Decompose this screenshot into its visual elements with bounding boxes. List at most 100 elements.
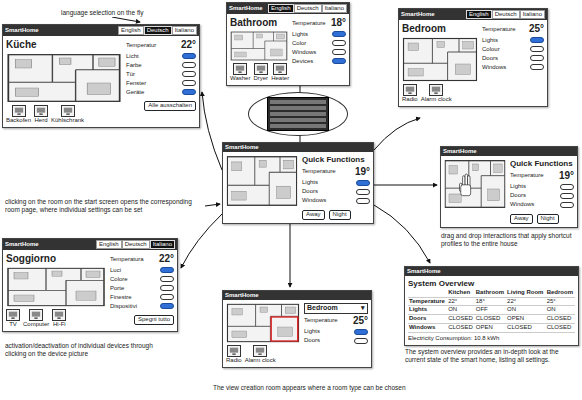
language-button[interactable]: Italiano [322, 4, 347, 13]
toggle-switch[interactable] [160, 267, 174, 273]
menu-entry[interactable] [270, 100, 326, 104]
device-icon[interactable] [233, 63, 247, 75]
language-button[interactable]: Italiano [520, 10, 545, 19]
temperature-control[interactable]: Temperature19° [510, 170, 574, 182]
floor-plan[interactable] [226, 303, 300, 343]
language-button[interactable]: Italiano [172, 26, 197, 35]
device-icon[interactable] [61, 105, 75, 117]
device[interactable]: Dryer [253, 63, 268, 82]
brand-logo[interactable]: SmartHome [5, 241, 39, 248]
menu-entry[interactable] [270, 112, 326, 116]
device-icon[interactable] [29, 309, 43, 321]
language-button[interactable]: English [96, 240, 122, 249]
device-icon[interactable] [403, 84, 417, 96]
toggle-switch[interactable] [560, 184, 574, 190]
brand-logo[interactable]: SmartHome [225, 144, 259, 151]
toggle-switch[interactable] [332, 31, 346, 37]
toggle-switch[interactable] [182, 53, 196, 59]
language-button[interactable]: English [466, 10, 492, 19]
device[interactable]: Kühlschrank [51, 105, 84, 124]
language-button[interactable]: Deutsch [144, 26, 172, 35]
temperature-control[interactable]: Temperature18° [292, 17, 346, 29]
device[interactable]: TV [6, 309, 20, 328]
toggle-switch[interactable] [530, 46, 544, 52]
toggle-switch[interactable] [182, 89, 196, 95]
toggle-switch[interactable] [332, 49, 346, 55]
language-button[interactable]: Deutsch [122, 240, 150, 249]
floor-plan[interactable] [444, 159, 506, 209]
device[interactable]: Backofen [6, 105, 31, 124]
temperature-control[interactable]: Temperature25° [482, 23, 544, 35]
device-icon[interactable] [52, 309, 66, 321]
temperature-control[interactable]: Temperatura22° [110, 253, 174, 265]
menu-entry[interactable] [270, 118, 326, 122]
toggle-switch[interactable] [182, 62, 196, 68]
brand-logo[interactable]: SmartHome [443, 148, 477, 155]
brand-logo[interactable]: SmartHome [229, 5, 263, 12]
temperature-control[interactable]: Temperature19° [302, 166, 370, 178]
shortcut-button[interactable]: Night [329, 210, 351, 220]
temperature-control[interactable]: Temperature25° [304, 315, 368, 327]
language-button[interactable]: Deutsch [492, 10, 520, 19]
device-icon[interactable] [12, 105, 26, 117]
device-icon[interactable] [254, 63, 268, 75]
device-icon[interactable] [273, 63, 287, 75]
brand-logo[interactable]: SmartHome [407, 268, 441, 275]
floor-plan[interactable] [230, 31, 288, 61]
room-type-select[interactable]: Bedroom▾ [304, 303, 368, 313]
floor-plan[interactable] [230, 31, 288, 61]
floor-plan[interactable] [226, 155, 298, 207]
toggle-switch[interactable] [530, 64, 544, 70]
device[interactable]: Computer [23, 309, 49, 328]
brand-logo[interactable]: SmartHome [225, 292, 259, 299]
floor-plan[interactable] [402, 37, 478, 82]
device[interactable]: Radio [226, 345, 242, 364]
toggle-switch[interactable] [354, 338, 368, 344]
device[interactable]: Herd [34, 105, 48, 124]
floor-plan[interactable] [6, 53, 122, 103]
temperature-control[interactable]: Temperatur22° [126, 39, 196, 51]
shortcut-button[interactable]: Away [302, 210, 325, 220]
toggle-switch[interactable] [530, 55, 544, 61]
language-button[interactable]: English [118, 26, 144, 35]
toggle-switch[interactable] [560, 202, 574, 208]
toggle-switch[interactable] [356, 189, 370, 195]
toggle-switch[interactable] [530, 37, 544, 43]
floor-plan[interactable] [226, 155, 298, 207]
device-icon[interactable] [429, 84, 443, 96]
toggle-switch[interactable] [354, 329, 368, 335]
device-icon[interactable] [253, 345, 267, 357]
toggle-switch[interactable] [356, 180, 370, 186]
all-off-button[interactable]: Spegni tutto [134, 315, 174, 325]
floor-plan-hand-icon[interactable] [444, 159, 506, 209]
floor-plan[interactable] [6, 267, 106, 307]
toggle-switch[interactable] [160, 276, 174, 282]
device-icon[interactable] [34, 105, 48, 117]
brand-logo[interactable]: SmartHome [401, 11, 435, 18]
menu-entry[interactable] [270, 106, 326, 110]
device[interactable]: Alarm clock [245, 345, 276, 364]
shortcut-button[interactable]: Night [537, 214, 559, 224]
toggle-switch[interactable] [160, 285, 174, 291]
device-icon[interactable] [227, 345, 241, 357]
floor-plan[interactable] [6, 267, 106, 307]
device[interactable]: Washer [230, 63, 250, 82]
toggle-switch[interactable] [160, 303, 174, 309]
language-button[interactable]: Deutsch [294, 4, 322, 13]
language-button[interactable]: Italiano [150, 240, 175, 249]
shortcut-button[interactable]: Away [510, 214, 533, 224]
room-type-menu[interactable] [267, 97, 329, 131]
toggle-switch[interactable] [356, 198, 370, 204]
toggle-switch[interactable] [560, 193, 574, 199]
language-button[interactable]: English [268, 4, 294, 13]
all-off-button[interactable]: Alle ausschalten [144, 101, 196, 111]
device-icon[interactable] [6, 309, 20, 321]
floor-plan[interactable] [6, 53, 122, 103]
toggle-switch[interactable] [160, 294, 174, 300]
toggle-switch[interactable] [332, 58, 346, 64]
dropdown-arrow-icon[interactable]: ▾ [361, 304, 365, 312]
floor-plan[interactable] [402, 37, 478, 82]
device[interactable]: Radio [402, 84, 418, 103]
toggle-switch[interactable] [182, 71, 196, 77]
device[interactable]: Alarm clock [421, 84, 452, 103]
